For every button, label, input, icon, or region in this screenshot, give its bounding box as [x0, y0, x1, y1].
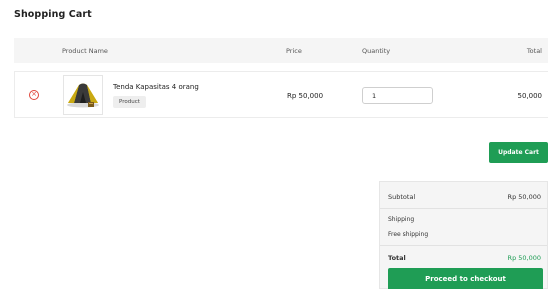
tent-image: [67, 83, 99, 108]
column-header-product-name: Product Name: [62, 47, 108, 55]
shipping-method: Free shipping: [388, 231, 429, 238]
cart-item-row: × Tenda Kapasitas 4 orang Product Rp 50,…: [14, 71, 548, 118]
total-row: Total Rp 50,000: [388, 254, 541, 262]
divider: [380, 245, 547, 246]
product-line-total: 50,000: [517, 92, 543, 100]
column-header-total: Total: [526, 47, 542, 55]
subtotal-row: Subtotal Rp 50,000: [388, 193, 541, 201]
product-name[interactable]: Tenda Kapasitas 4 orang: [113, 83, 199, 91]
cart-totals-panel: Subtotal Rp 50,000 Shipping Free shippin…: [379, 181, 548, 289]
column-header-quantity: Quantity: [362, 47, 391, 55]
proceed-to-checkout-button[interactable]: Proceed to checkout: [388, 268, 543, 289]
total-value: Rp 50,000: [507, 254, 541, 262]
product-type-badge: Product: [113, 96, 146, 108]
page-title: Shopping Cart: [14, 9, 92, 20]
divider: [380, 208, 547, 209]
quantity-input[interactable]: [362, 87, 433, 104]
total-label: Total: [388, 254, 406, 262]
column-header-price: Price: [286, 47, 302, 55]
subtotal-label: Subtotal: [388, 193, 416, 201]
remove-item-icon[interactable]: ×: [29, 90, 39, 100]
product-price: Rp 50,000: [287, 92, 324, 100]
product-thumbnail-tent[interactable]: [63, 75, 103, 115]
cart-table-header: Product Name Price Quantity Total: [14, 38, 548, 63]
shipping-label: Shipping: [388, 216, 415, 223]
subtotal-value: Rp 50,000: [507, 193, 541, 201]
update-cart-button[interactable]: Update Cart: [489, 142, 548, 163]
